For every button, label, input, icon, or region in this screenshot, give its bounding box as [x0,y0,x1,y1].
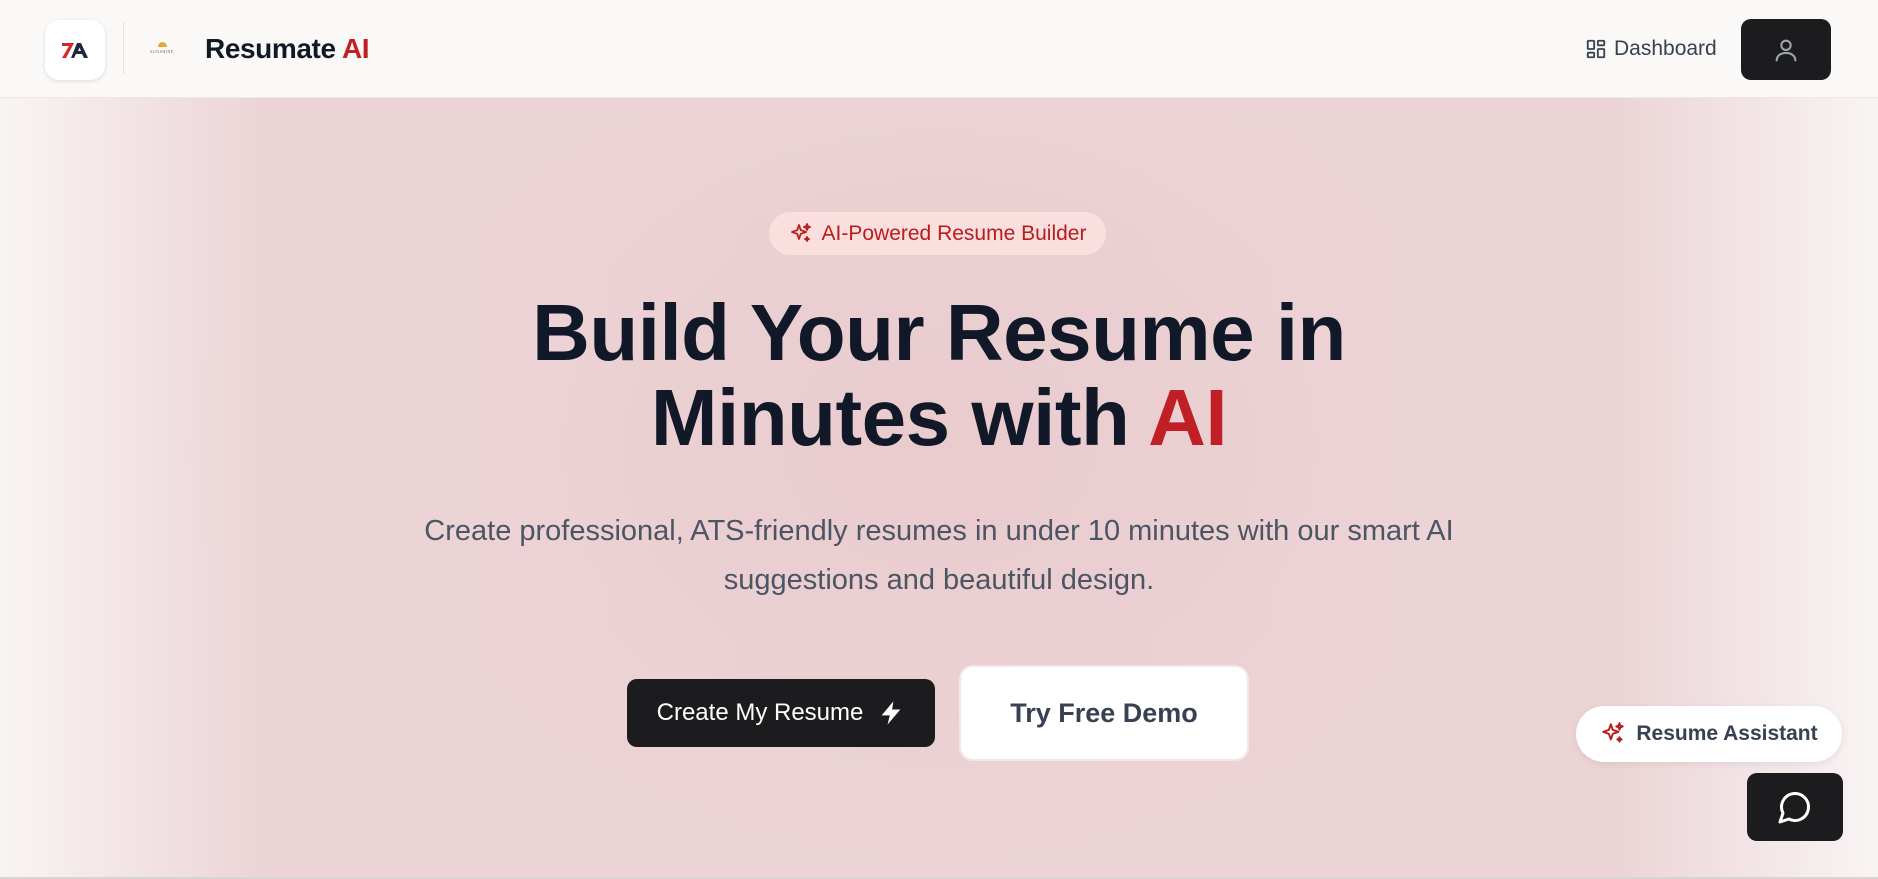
hero-subtitle: Create professional, ATS-friendly resume… [424,515,1454,596]
try-demo-button[interactable]: Try Free Demo [959,665,1249,761]
headline-line-1: Build Your Resume in [532,288,1346,377]
grid-icon [1586,39,1606,59]
chat-button[interactable] [1747,773,1843,841]
top-navbar: SUNSHINE Resumate AI Dashboard [0,0,1878,98]
feature-badge-label: AI-Powered Resume Builder [821,221,1087,245]
dashboard-link[interactable]: Dashboard [1585,34,1717,64]
resume-assistant-label: Resume Assistant [1636,722,1818,745]
partner-logo-text: SUNSHINE [150,49,174,54]
profile-button[interactable] [1741,19,1831,80]
partner-logo: SUNSHINE [145,37,179,59]
logo-divider [123,22,124,74]
create-resume-label: Create My Resume [656,699,864,726]
app-logo[interactable] [45,20,105,80]
brand-title[interactable]: Resumate AI [205,30,370,68]
sun-icon [157,42,167,47]
resume-assistant-button[interactable]: Resume Assistant [1576,706,1842,762]
lightning-icon [882,701,901,725]
dashboard-label: Dashboard [1614,37,1717,60]
sparkles-icon [790,222,811,242]
feature-badge: AI-Powered Resume Builder [769,212,1106,255]
create-resume-button[interactable]: Create My Resume [627,679,935,747]
sparkles-icon [1602,722,1625,743]
user-icon [1775,39,1797,62]
headline-line-2-text: Minutes with [650,373,1130,462]
logo-mark-icon [62,43,88,58]
brand-name: Resumate [205,33,336,64]
chat-bubble-icon [1778,791,1811,824]
headline-accent: AI [1148,373,1228,462]
hero-headline: Build Your Resume in Minutes with AI [339,290,1539,460]
headline-line-2: Minutes with AI [339,375,1539,460]
brand-accent: AI [341,33,370,64]
